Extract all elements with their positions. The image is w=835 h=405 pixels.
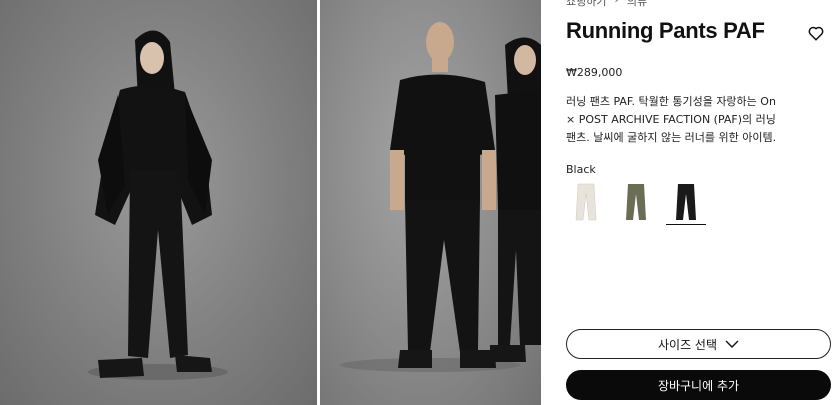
selected-color-label: Black	[566, 163, 596, 176]
breadcrumb: 쇼핑하기 › 의류	[566, 0, 647, 9]
breadcrumb-clothing[interactable]: 의류	[627, 0, 647, 9]
color-swatch-black[interactable]	[666, 180, 706, 225]
size-select-button[interactable]: 사이즈 선택	[566, 329, 831, 359]
product-photo-pair[interactable]	[320, 0, 541, 405]
add-to-cart-label: 장바구니에 추가	[657, 378, 740, 393]
color-swatch-cream[interactable]	[566, 180, 606, 224]
product-price: ₩289,000	[566, 66, 623, 79]
color-swatch-olive[interactable]	[616, 180, 656, 224]
product-photo-woman[interactable]	[0, 0, 317, 405]
wishlist-button[interactable]	[807, 24, 825, 42]
product-description: 러닝 팬츠 PAF. 탁월한 통기성을 자랑하는 On × POST ARCHI…	[566, 95, 777, 144]
color-swatches	[566, 180, 706, 225]
product-title: Running Pants PAF	[566, 18, 765, 43]
heart-icon	[808, 26, 824, 41]
add-to-cart-button[interactable]: 장바구니에 추가	[566, 370, 831, 400]
size-select-label: 사이즈 선택	[657, 337, 717, 352]
product-detail-panel: 쇼핑하기 › 의류 Running Pants PAF ₩289,000 러닝 …	[566, 0, 835, 405]
product-gallery	[0, 0, 541, 405]
chevron-down-icon	[725, 340, 739, 348]
breadcrumb-separator: ›	[614, 0, 618, 9]
breadcrumb-shopping[interactable]: 쇼핑하기	[566, 0, 606, 9]
